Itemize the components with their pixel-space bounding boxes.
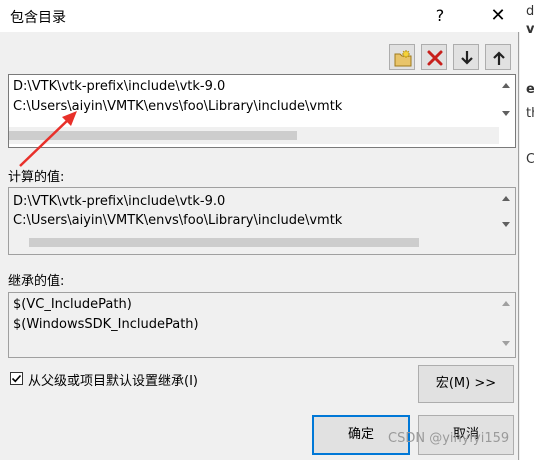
annotation-arrow-shaft xyxy=(19,117,71,167)
annotation-arrow-icon xyxy=(19,111,77,167)
